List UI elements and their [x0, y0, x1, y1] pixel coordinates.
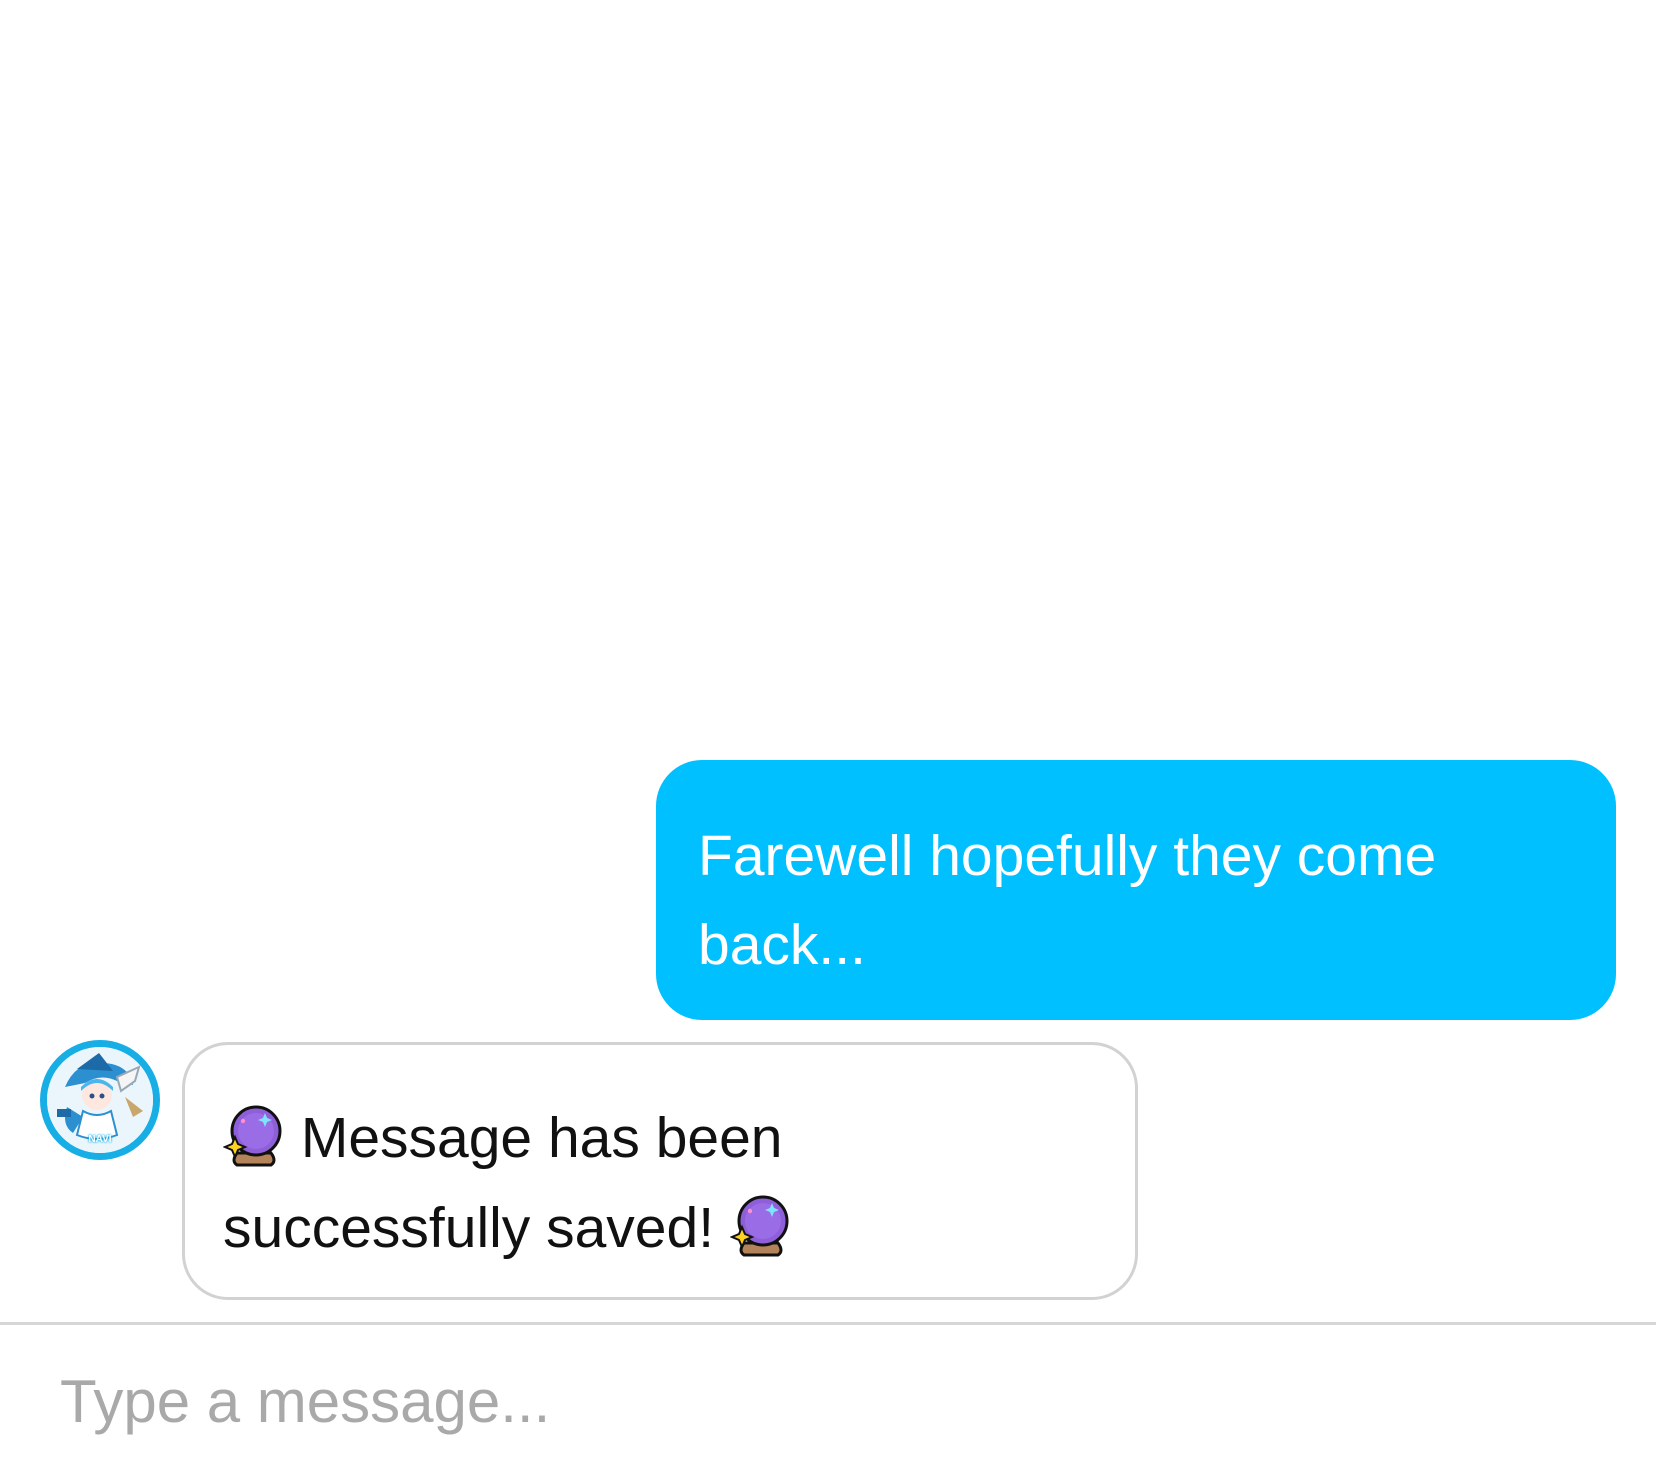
composer-bar — [0, 1325, 1656, 1484]
chat-window: Farewell hopefully they come back... NAV… — [0, 0, 1656, 1484]
message-list[interactable]: Farewell hopefully they come back... NAV… — [0, 0, 1656, 1322]
outgoing-message-text: Farewell hopefully they come back... — [698, 824, 1437, 977]
crystal-ball-icon — [223, 1101, 285, 1169]
navi-avatar-icon[interactable]: NAVI — [40, 1040, 160, 1160]
avatar-label: NAVI — [88, 1134, 112, 1145]
message-input[interactable] — [60, 1353, 1600, 1449]
outgoing-message-bubble: Farewell hopefully they come back... — [656, 760, 1616, 1020]
crystal-ball-icon — [729, 1191, 792, 1259]
incoming-message-text: Message has been successfully saved! — [223, 1106, 783, 1260]
incoming-message-bubble: Message has been successfully saved! — [182, 1042, 1138, 1300]
